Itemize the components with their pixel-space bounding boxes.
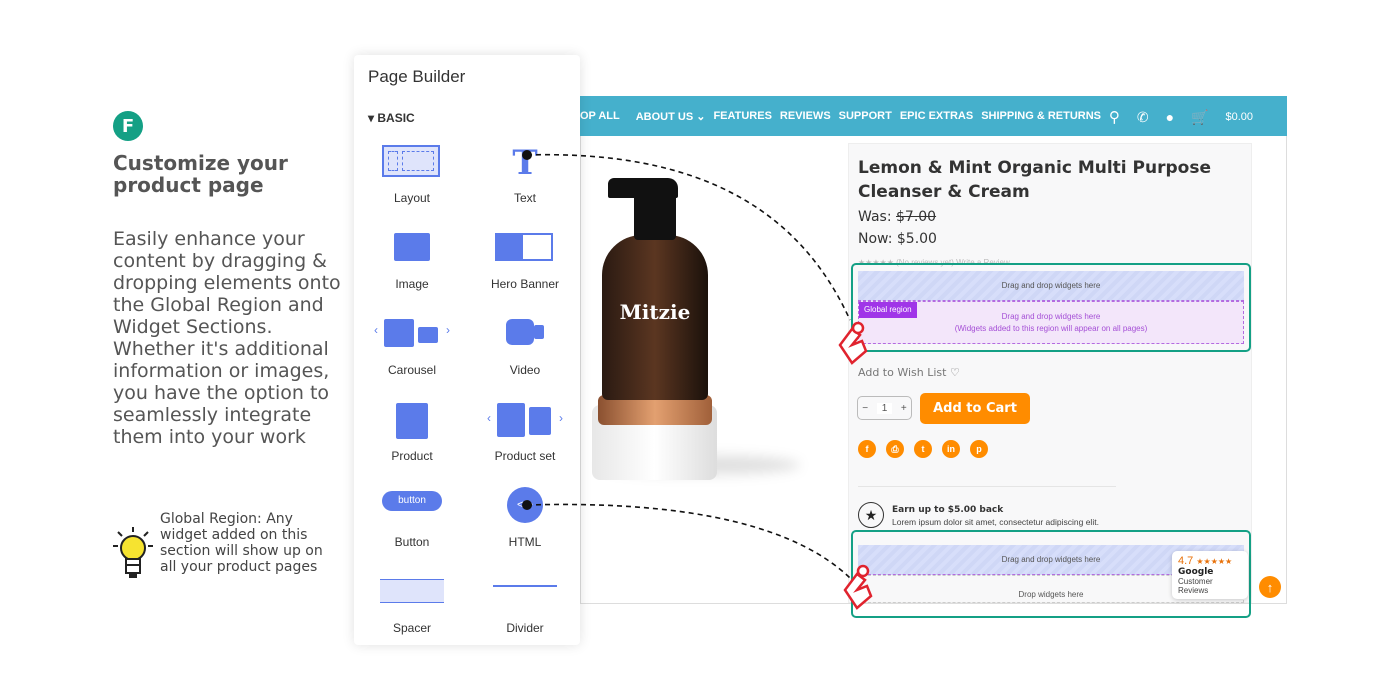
drag-arrows [522, 150, 873, 610]
hand-pointer-icon [843, 564, 873, 610]
hand-pointer-icon [838, 321, 868, 365]
